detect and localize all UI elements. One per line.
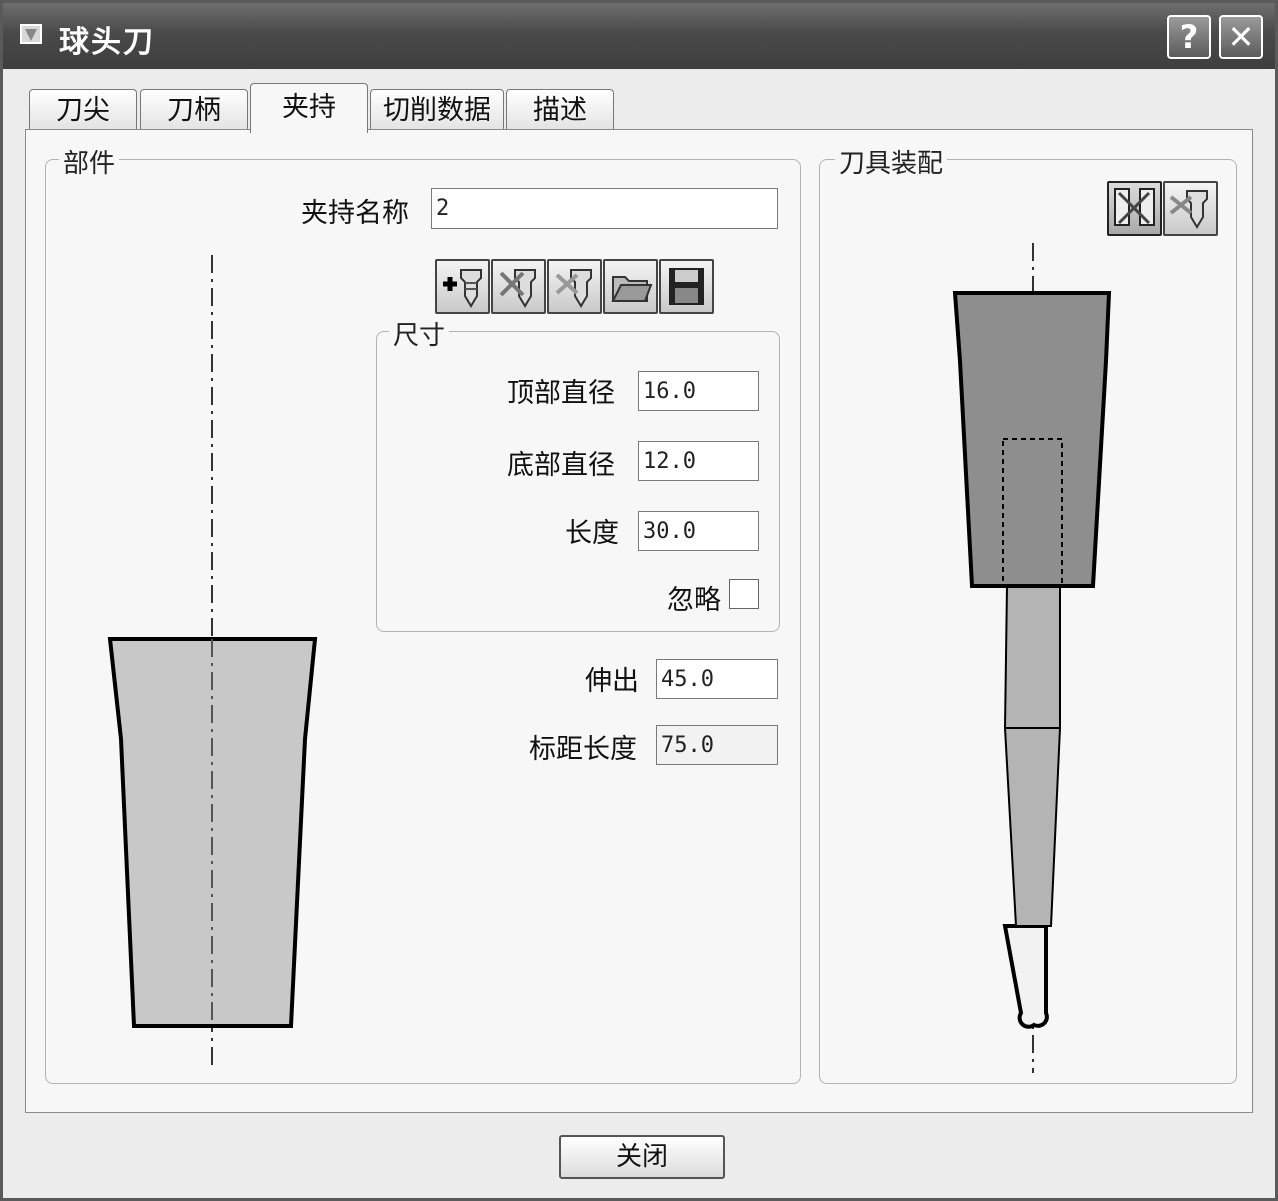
close-window-button[interactable]: ✕ (1219, 15, 1263, 59)
top-diameter-input[interactable] (638, 371, 759, 411)
dialog-window: 球头刀 ? ✕ 刀尖 刀柄 夹持 切削数据 描述 部件 夹持名称 2 尺寸 顶部… (0, 0, 1278, 1201)
bottom-diameter-input[interactable] (638, 441, 759, 481)
delete-holder-button[interactable] (491, 259, 546, 314)
remove-holder-button[interactable] (547, 259, 602, 314)
tab-holder[interactable]: 夹持 (250, 83, 368, 133)
shank (1003, 585, 1061, 927)
help-button[interactable]: ? (1167, 15, 1211, 59)
show-holder-icon (1114, 188, 1155, 226)
ball-tip (1002, 924, 1049, 1029)
tab-description[interactable]: 描述 (506, 89, 614, 131)
open-holder-button[interactable] (603, 259, 658, 314)
dimensions-group-title: 尺寸 (389, 315, 450, 352)
close-button[interactable]: 关闭 (559, 1135, 725, 1179)
remove-holder-icon (555, 269, 592, 308)
ignore-checkbox[interactable] (729, 579, 759, 609)
holder-name-input[interactable] (431, 188, 778, 229)
delete-holder-icon (499, 269, 536, 308)
top-diameter-label: 顶部直径 (507, 378, 615, 409)
title-bar[interactable]: 球头刀 ? ✕ (3, 3, 1275, 69)
length-label: 长度 (565, 518, 619, 549)
length-input[interactable] (638, 511, 759, 551)
save-holder-button[interactable] (659, 259, 714, 314)
tab-cutting-data[interactable]: 切削数据 (370, 89, 504, 131)
save-icon (669, 268, 704, 305)
part-group-title: 部件 (59, 143, 120, 180)
window-title: 球头刀 (59, 25, 155, 60)
assembly-preview (952, 243, 1112, 1073)
holder-name-label: 夹持名称 (301, 198, 409, 229)
holder-preview (107, 255, 318, 1065)
tool-app-icon (20, 24, 42, 44)
add-holder-button[interactable] (435, 259, 490, 314)
tool-assembly-button[interactable] (1163, 181, 1218, 236)
tool-assembly-icon (1169, 190, 1208, 229)
extension-input[interactable] (656, 659, 778, 699)
ignore-label: 忽略 (667, 585, 721, 616)
open-folder-icon (611, 276, 653, 302)
tab-tip[interactable]: 刀尖 (29, 89, 137, 131)
show-holder-button[interactable] (1107, 181, 1162, 236)
gauge-length-input[interactable] (656, 725, 778, 765)
assembly-group-title: 刀具装配 (835, 143, 948, 180)
extension-label: 伸出 (585, 666, 639, 697)
gauge-length-label: 标距长度 (529, 734, 637, 765)
bottom-diameter-label: 底部直径 (507, 450, 615, 481)
tab-shank[interactable]: 刀柄 (140, 89, 248, 131)
add-holder-icon (443, 269, 482, 308)
